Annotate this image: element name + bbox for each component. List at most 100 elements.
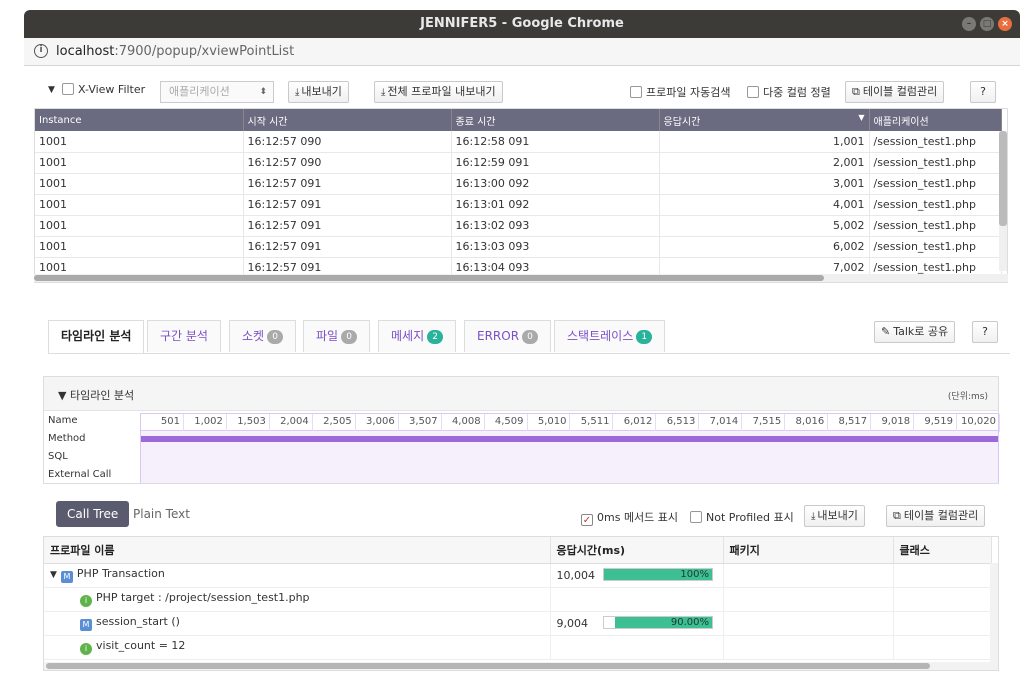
tab-count-badge: 0: [522, 330, 539, 344]
table-column-manage-button[interactable]: ⧉ 테이블 컬럼관리: [845, 81, 945, 103]
column-header-package[interactable]: 패키지: [723, 537, 894, 564]
cell-end-time: 16:13:02 093: [451, 215, 660, 237]
column-header-profile-name[interactable]: 프로파일 이름: [44, 537, 551, 564]
table-row[interactable]: 1001 16:12:57 091 16:13:00 092 3,001/sessio…: [35, 173, 1002, 195]
cell-end-time: 16:12:59 091: [451, 152, 660, 174]
download-icon: ⤓: [295, 87, 300, 98]
cell-start-time: 16:12:57 090: [243, 152, 452, 174]
profile-name: PHP Transaction: [76, 567, 165, 580]
show-0ms-toggle[interactable]: 0ms 메서드 표시: [581, 509, 678, 526]
profile-autosearch-checkbox[interactable]: [630, 86, 642, 98]
show-0ms-checkbox[interactable]: [581, 514, 593, 526]
cell-application: /session_test1.php: [869, 173, 1002, 195]
grid-vertical-scroll-thumb[interactable]: [999, 131, 1007, 226]
calltree-row[interactable]: i PHP target : /project/session_test1.php: [44, 587, 992, 612]
tab-section-analysis[interactable]: 구간 분석: [147, 320, 221, 352]
tab-message[interactable]: 메세지 2: [378, 320, 457, 352]
timeline-tick-label: 6,012: [613, 414, 657, 432]
timeline-tick-label: 9,519: [914, 414, 958, 432]
timeline-tick-label: 1,503: [227, 414, 270, 432]
tab-file[interactable]: 파일 0: [303, 320, 371, 352]
calltree-horizontal-scroll-thumb[interactable]: [46, 663, 930, 669]
table-row[interactable]: 1001 16:12:57 090 16:12:58 091 1,001/sessio…: [35, 131, 1002, 153]
timeline-title[interactable]: ▼ 타임라인 분석: [58, 387, 134, 403]
table-row[interactable]: 1001 16:12:57 091 16:13:03 093 6,002/sessio…: [35, 236, 1002, 258]
method-duration-bar[interactable]: [141, 436, 998, 442]
url-text[interactable]: localhost:7900/popup/xviewPointList: [56, 44, 294, 59]
column-header-end-time[interactable]: 종료 시간: [451, 109, 660, 131]
profile-name-cell: i PHP target : /project/session_test1.php: [44, 587, 551, 612]
tab-call-tree[interactable]: Call Tree: [56, 501, 130, 527]
timeline-lane-sql: [140, 449, 999, 467]
calltree-table-column-manage-button[interactable]: ⧉ 테이블 컬럼관리: [886, 505, 986, 527]
cell-response-time: 1,001: [659, 131, 870, 153]
calltree-header-row: 프로파일 이름 응답시간(ms) 패키지 클래스: [44, 537, 992, 564]
column-header-application[interactable]: 애플리케이션: [869, 109, 1002, 131]
url-path: :7900/popup/xviewPointList: [114, 44, 295, 59]
package-cell: [723, 587, 894, 612]
grid-horizontal-scrollbar[interactable]: [34, 274, 1008, 282]
xview-filter-checkbox[interactable]: [62, 83, 74, 95]
calltree-row[interactable]: ▼ M PHP Transaction 10,004 100%: [44, 563, 992, 588]
application-select[interactable]: 애플리케이션 ⬍: [160, 81, 274, 103]
table-row[interactable]: 1001 16:12:57 091 16:13:02 093 5,002/sessio…: [35, 215, 1002, 237]
tab-label: 구간 분석: [160, 329, 208, 343]
multi-sort-toggle[interactable]: 다중 컬럼 정렬: [747, 84, 831, 100]
profile-autosearch-toggle[interactable]: 프로파일 자동검색: [630, 84, 730, 100]
column-header-response-time-ms[interactable]: 응답시간(ms): [550, 537, 724, 564]
calltree-horizontal-scrollbar[interactable]: [44, 662, 998, 670]
cell-application: /session_test1.php: [869, 215, 1002, 237]
timeline-lane-method: [140, 431, 999, 449]
show-0ms-label: 0ms 메서드 표시: [597, 511, 679, 524]
timeline-tick-label: 3,006: [356, 414, 399, 432]
cell-end-time: 16:13:03 093: [451, 236, 660, 258]
table-row[interactable]: 1001 16:12:57 091 16:13:01 092 4,001/sessio…: [35, 194, 1002, 216]
timeline-tick-label: 7,014: [699, 414, 743, 432]
column-header-instance[interactable]: Instance: [35, 109, 244, 131]
table-row[interactable]: 1001 16:12:57 090 16:12:59 091 2,001/sessio…: [35, 152, 1002, 174]
column-header-class[interactable]: 클래스: [893, 537, 992, 564]
maximize-icon[interactable]: □: [980, 17, 994, 31]
tab-label: 소켓: [242, 329, 265, 343]
help-button[interactable]: ?: [970, 81, 996, 103]
response-percent-bar: 90.00%: [603, 616, 713, 629]
cell-application: /session_test1.php: [869, 131, 1002, 153]
cell-start-time: 16:12:57 091: [243, 173, 452, 195]
help-button-tabs[interactable]: ?: [972, 321, 998, 343]
response-time-cell: [550, 587, 724, 612]
not-profiled-checkbox[interactable]: [690, 511, 702, 523]
info-icon[interactable]: i: [34, 44, 48, 58]
application-select-placeholder: 애플리케이션: [169, 85, 230, 98]
columns-icon: ⧉: [852, 85, 860, 98]
expand-triangle-icon[interactable]: ▼: [50, 570, 57, 580]
export-button-label: 내보내기: [301, 85, 342, 98]
tab-error[interactable]: ERROR 0: [464, 320, 552, 352]
tab-timeline-analysis[interactable]: 타임라인 분석: [48, 320, 145, 354]
minimize-icon[interactable]: –: [962, 17, 976, 31]
calltree-row[interactable]: Msession_start () 9,004 90.00%: [44, 611, 992, 636]
grid-horizontal-scroll-thumb[interactable]: [34, 275, 824, 281]
response-time-cell: 10,004 100%: [550, 563, 724, 588]
cell-start-time: 16:12:57 091: [243, 215, 452, 237]
calltree-row[interactable]: i visit_count = 12: [44, 635, 992, 660]
calltree-vertical-scrollbar[interactable]: [990, 563, 998, 663]
multi-sort-checkbox[interactable]: [747, 86, 759, 98]
export-button[interactable]: ⤓ 내보내기: [288, 81, 349, 103]
tab-plain-text[interactable]: Plain Text: [122, 501, 201, 527]
grid-vertical-scrollbar[interactable]: [999, 131, 1007, 271]
column-header-response-time[interactable]: 응답시간 ▼: [659, 109, 870, 131]
xview-filter-toggle[interactable]: X-View Filter: [62, 83, 145, 96]
column-header-start-time[interactable]: 시작 시간: [243, 109, 452, 131]
timeline-tick-label: 5,010: [528, 414, 571, 432]
response-time-cell: [550, 635, 724, 660]
not-profiled-toggle[interactable]: Not Profiled 표시: [690, 509, 794, 525]
tab-socket[interactable]: 소켓 0: [229, 320, 297, 352]
export-all-profiles-button[interactable]: ⤓ 전체 프로파일 내보내기: [374, 81, 503, 103]
info-node-icon: i: [80, 643, 92, 655]
calltree-export-button[interactable]: ⤓ 내보내기: [804, 505, 865, 527]
tab-label: 타임라인 분석: [61, 329, 132, 343]
close-icon[interactable]: ×: [998, 17, 1012, 31]
talk-share-button[interactable]: ✎ Talk로 공유: [874, 321, 956, 343]
collapse-triangle-icon[interactable]: ▼: [48, 85, 55, 95]
tab-stacktrace[interactable]: 스택트레이스 1: [554, 320, 666, 352]
